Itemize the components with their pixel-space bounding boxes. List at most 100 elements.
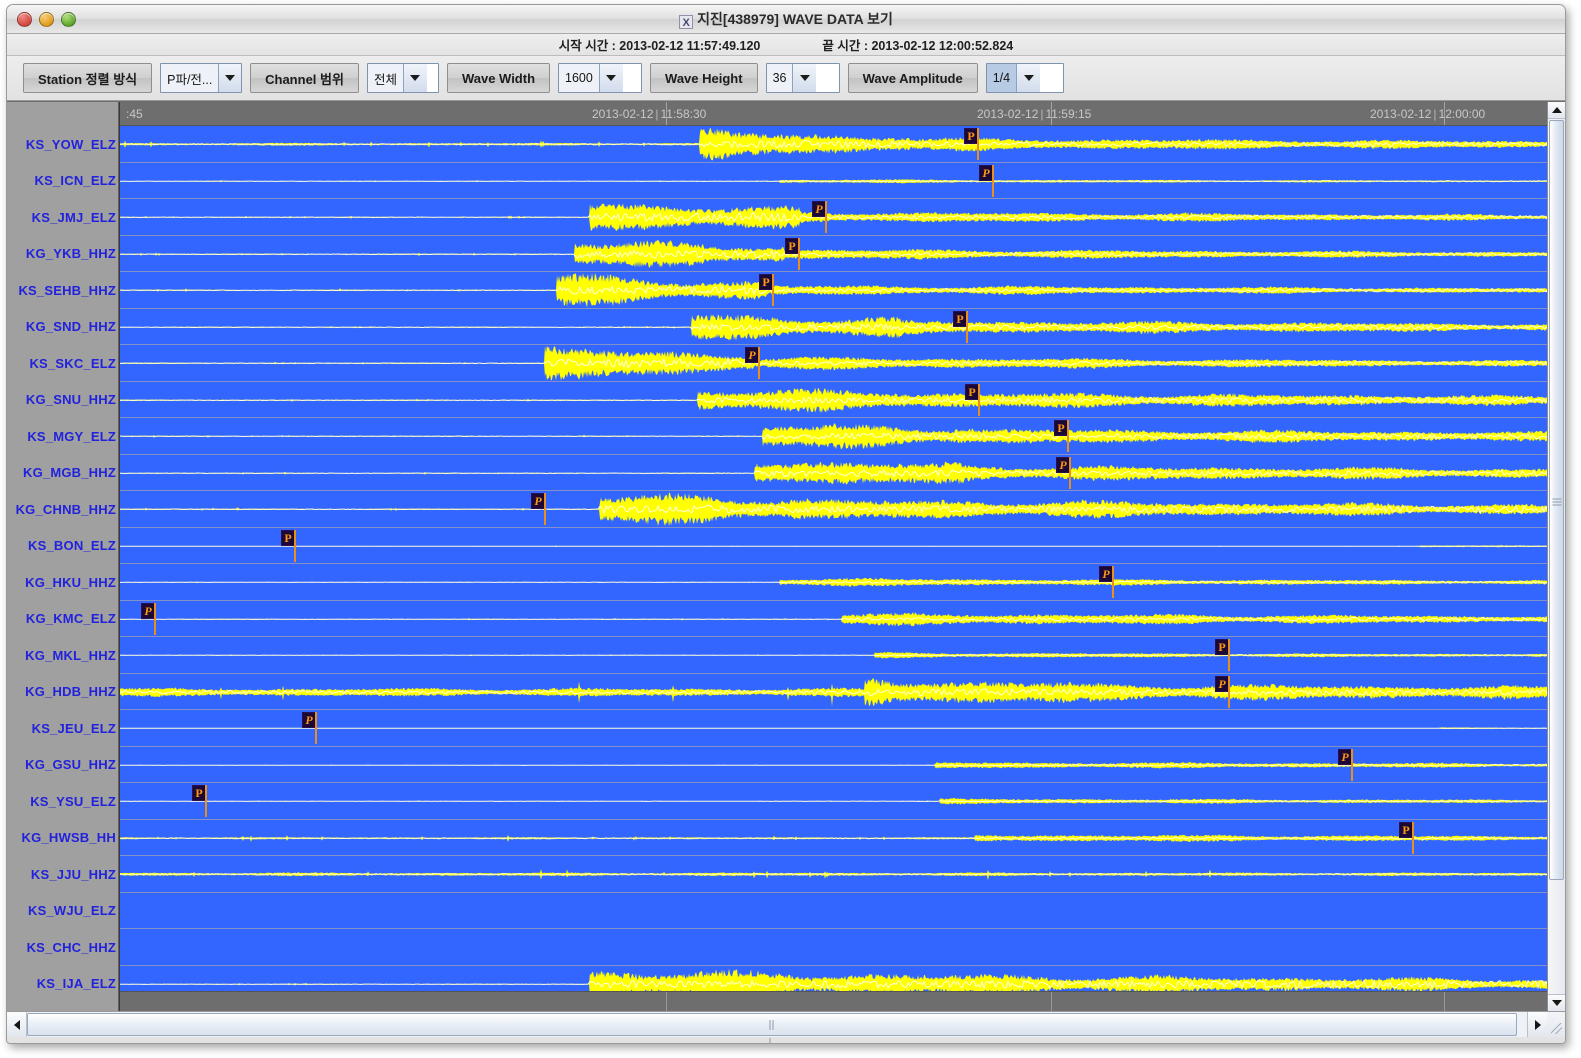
waveform-canvas[interactable]: PPPPPPPPPPPPPPPPPPPP bbox=[120, 126, 1547, 992]
station-label[interactable]: KG_KMC_ELZ bbox=[7, 601, 118, 638]
wave-amplitude-button[interactable]: Wave Amplitude bbox=[847, 63, 978, 93]
station-label[interactable]: KG_SND_HHZ bbox=[7, 309, 118, 346]
scroll-down-button[interactable] bbox=[1548, 994, 1565, 1011]
ruler-tick-mark bbox=[1444, 102, 1445, 125]
waveform-row[interactable]: P bbox=[120, 163, 1547, 199]
station-label[interactable]: KG_GSU_HHZ bbox=[7, 747, 118, 784]
waveform-trace bbox=[120, 893, 1547, 930]
waveform-trace bbox=[120, 313, 1547, 340]
waveform-row[interactable]: P bbox=[120, 309, 1547, 345]
waveform-row[interactable]: P bbox=[120, 528, 1547, 564]
station-label[interactable]: KG_YKB_HHZ bbox=[7, 236, 118, 273]
station-label[interactable]: KS_SKC_ELZ bbox=[7, 345, 118, 382]
waveform-trace bbox=[120, 968, 1547, 992]
waveform-row[interactable]: P bbox=[120, 382, 1547, 418]
station-label[interactable]: KS_CHC_HHZ bbox=[7, 929, 118, 966]
scroll-left-button[interactable] bbox=[7, 1012, 27, 1037]
vertical-scroll-thumb[interactable] bbox=[1549, 120, 1564, 880]
waveform-trace bbox=[120, 492, 1547, 527]
station-label[interactable]: KG_MGB_HHZ bbox=[7, 455, 118, 492]
horizontal-scroll-track[interactable] bbox=[27, 1012, 1527, 1043]
waveform-row[interactable]: P bbox=[120, 126, 1547, 163]
chevron-down-icon[interactable] bbox=[598, 64, 623, 92]
horizontal-scroll-thumb[interactable] bbox=[27, 1013, 1517, 1043]
scroll-right-button[interactable] bbox=[1527, 1012, 1547, 1037]
station-label[interactable]: KS_MGY_ELZ bbox=[7, 418, 118, 455]
station-label[interactable]: KS_ICN_ELZ bbox=[7, 163, 118, 200]
vertical-scrollbar[interactable] bbox=[1547, 102, 1565, 1011]
waveform-row[interactable]: P bbox=[120, 747, 1547, 783]
waveform-row[interactable]: P bbox=[120, 637, 1547, 674]
wave-height-select[interactable]: 36 bbox=[765, 63, 840, 93]
station-label-list: KS_YOW_ELZ KS_ICN_ELZ KS_JMJ_ELZ KG_YKB_HHZ… bbox=[7, 126, 118, 1002]
wave-height-value: 36 bbox=[766, 64, 793, 92]
chevron-down-icon[interactable] bbox=[1016, 64, 1041, 92]
waveform-trace bbox=[120, 929, 1547, 966]
station-label[interactable]: KG_SNU_HHZ bbox=[7, 382, 118, 419]
waveform-row[interactable] bbox=[120, 856, 1547, 893]
station-label[interactable]: KG_CHNB_HHZ bbox=[7, 491, 118, 528]
channel-range-button[interactable]: Channel 범위 bbox=[250, 63, 359, 93]
station-label[interactable]: KS_JEU_ELZ bbox=[7, 710, 118, 747]
wave-width-select[interactable]: 1600 bbox=[558, 63, 643, 93]
waveform-row[interactable]: P bbox=[120, 418, 1547, 455]
station-label[interactable]: KS_IJA_ELZ bbox=[7, 966, 118, 1003]
waveform-row[interactable]: P bbox=[120, 820, 1547, 856]
waveform-trace bbox=[120, 761, 1547, 768]
chevron-down-icon[interactable] bbox=[217, 64, 242, 92]
wave-amplitude-value: 1/4 bbox=[986, 64, 1017, 92]
station-label[interactable]: KG_HDB_HHZ bbox=[7, 674, 118, 711]
station-label[interactable]: KS_YOW_ELZ bbox=[7, 126, 118, 163]
station-label[interactable]: KS_JJU_HHZ bbox=[7, 856, 118, 893]
waveform-row[interactable]: P bbox=[120, 601, 1547, 637]
station-label[interactable]: KS_SEHB_HHZ bbox=[7, 272, 118, 309]
time-info-bar: 시작 시간 : 2013-02-12 11:57:49.120 끝 시간 : 2… bbox=[7, 34, 1565, 56]
window-resize-handle[interactable] bbox=[1547, 1012, 1565, 1037]
waveform-trace bbox=[120, 423, 1547, 450]
waveform-row[interactable]: P bbox=[120, 674, 1547, 710]
ruler-tick-label: 2013-02-12 | 11:58:30 bbox=[592, 107, 707, 121]
waveform-row[interactable] bbox=[120, 893, 1547, 930]
waveform-row[interactable]: P bbox=[120, 710, 1547, 747]
waveform-row[interactable]: P bbox=[120, 455, 1547, 491]
station-label[interactable]: KS_WJU_ELZ bbox=[7, 893, 118, 930]
waveform-trace bbox=[120, 677, 1547, 706]
station-label[interactable]: KS_BON_ELZ bbox=[7, 528, 118, 565]
waveform-row[interactable] bbox=[120, 966, 1547, 992]
ruler-tick-mark bbox=[666, 992, 667, 1011]
station-sort-select[interactable]: P파/전... bbox=[160, 63, 243, 93]
channel-range-select[interactable]: 전체 bbox=[366, 63, 439, 93]
scroll-grip-icon bbox=[1552, 497, 1561, 506]
station-label[interactable]: KG_HKU_HHZ bbox=[7, 564, 118, 601]
wave-width-value: 1600 bbox=[559, 64, 599, 92]
waveform-trace bbox=[120, 544, 1547, 547]
station-label[interactable]: KS_JMJ_ELZ bbox=[7, 199, 118, 236]
waveform-row[interactable]: P bbox=[120, 272, 1547, 309]
wave-amplitude-select[interactable]: 1/4 bbox=[985, 63, 1064, 93]
wave-height-button[interactable]: Wave Height bbox=[650, 63, 758, 93]
scroll-up-button[interactable] bbox=[1548, 102, 1565, 119]
horizontal-scrollbar[interactable] bbox=[7, 1011, 1565, 1043]
waveform-row[interactable] bbox=[120, 929, 1547, 966]
waveform-row[interactable]: P bbox=[120, 783, 1547, 820]
waveform-row[interactable]: P bbox=[120, 345, 1547, 382]
waveform-row[interactable]: P bbox=[120, 491, 1547, 528]
waveform-row[interactable]: P bbox=[120, 564, 1547, 601]
waveform-row[interactable]: P bbox=[120, 236, 1547, 272]
chevron-down-icon[interactable] bbox=[792, 64, 817, 92]
wave-width-button[interactable]: Wave Width bbox=[446, 63, 551, 93]
waveform-trace bbox=[120, 727, 1547, 730]
station-label[interactable]: KG_MKL_HHZ bbox=[7, 637, 118, 674]
station-label[interactable]: KS_YSU_ELZ bbox=[7, 783, 118, 820]
station-sort-button[interactable]: Station 정렬 방식 bbox=[23, 63, 153, 93]
waveform-panel[interactable]: :45 2013-02-12 | 11:58:30 2013-02-12 | 11:59:1… bbox=[119, 102, 1547, 1011]
waveform-row[interactable]: P bbox=[120, 199, 1547, 236]
ruler-tick-label: :45 bbox=[126, 107, 143, 121]
ruler-tick-mark bbox=[666, 102, 667, 125]
station-label[interactable]: KG_HWSB_HH bbox=[7, 820, 118, 857]
waveform-trace bbox=[120, 178, 1547, 183]
chevron-down-icon[interactable] bbox=[402, 64, 427, 92]
title-bar: X 지진[438979] WAVE DATA 보기 bbox=[7, 5, 1565, 34]
waveform-trace bbox=[120, 128, 1547, 161]
window-title-text: 지진[438979] WAVE DATA 보기 bbox=[697, 11, 893, 27]
